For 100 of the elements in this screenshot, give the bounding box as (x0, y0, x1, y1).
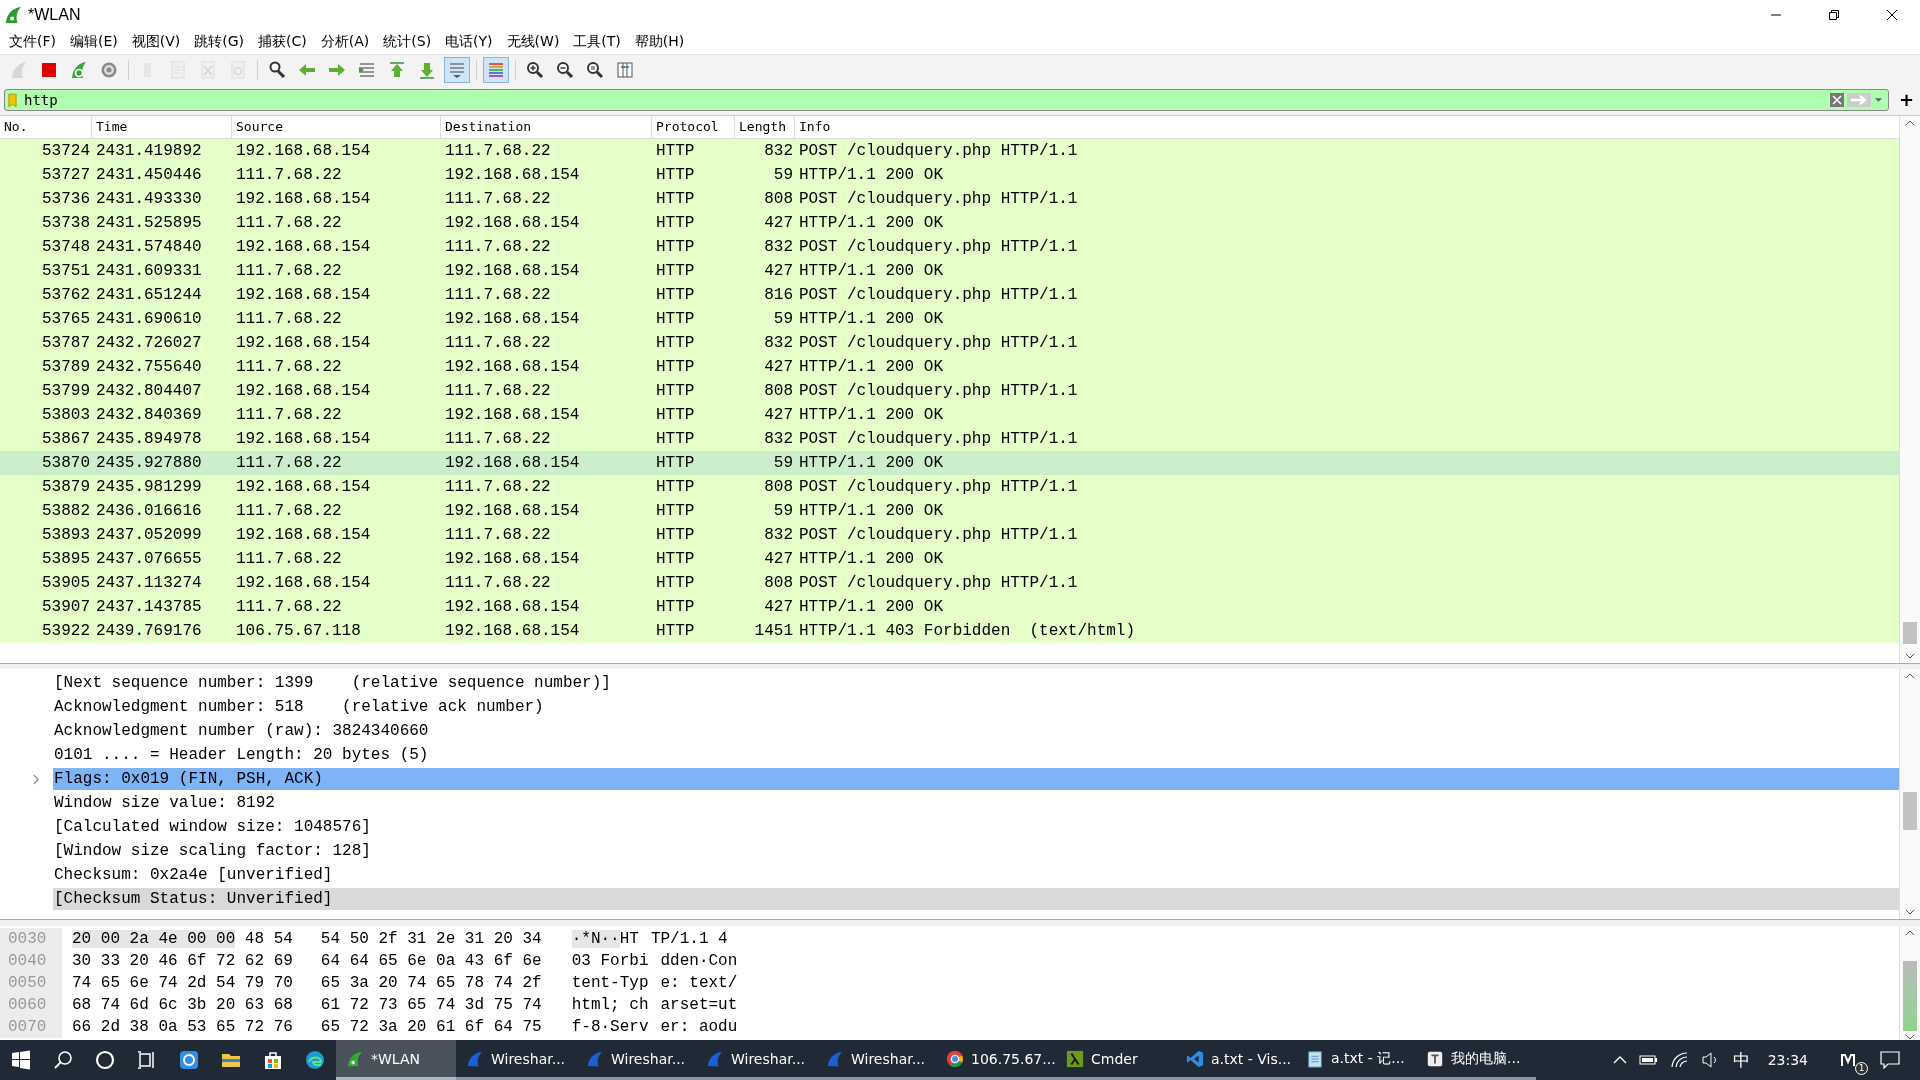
detail-line[interactable]: [Calculated window size: 1048576] (53, 816, 1899, 838)
ascii-text[interactable]: e: text/ (660, 974, 738, 992)
packet-row[interactable]: 53799 2432.804407 192.168.68.154 111.7.68.22 HTTP 808 POST /cloudquery.php HTTP/1.1 (0, 379, 1899, 403)
packet-row[interactable]: 53905 2437.113274 192.168.68.154 111.7.68.22 HTTP 808 POST /cloudquery.php HTTP/1.1 (0, 571, 1899, 595)
taskbar-window-button[interactable]: 我的电脑... (1416, 1040, 1536, 1080)
clock[interactable]: 23:34 (1767, 1052, 1808, 1068)
ascii-text[interactable]: 03 Forbi (571, 952, 649, 970)
taskbar-window-button[interactable]: Wireshar... (696, 1040, 816, 1080)
taskbar-window-button[interactable]: Cmder (1056, 1040, 1176, 1080)
hex-bytes[interactable]: 65 72 3a 20 61 6f 64 75 (320, 1018, 542, 1036)
notification-icon[interactable] (1880, 1051, 1900, 1069)
hex-bytes[interactable]: 30 33 20 46 6f 72 62 69 (72, 952, 293, 970)
scroll-down-icon[interactable] (1905, 1034, 1915, 1040)
packet-row[interactable]: 53738 2431.525895 111.7.68.22 192.168.68.154 HTTP 427 HTTP/1.1 200 OK (0, 211, 1899, 235)
packet-row[interactable]: 53748 2431.574840 192.168.68.154 111.7.68.22 HTTP 832 POST /cloudquery.php HTTP/1.1 (0, 235, 1899, 259)
detail-line[interactable]: [Window size scaling factor: 128] (53, 840, 1899, 862)
hex-bytes[interactable]: 64 64 65 6e 0a 43 6f 6e (320, 952, 542, 970)
menu-item[interactable]: 跳转(G) (187, 33, 252, 51)
packet-row[interactable]: 53727 2431.450446 111.7.68.22 192.168.68.154 HTTP 59 HTTP/1.1 200 OK (0, 163, 1899, 187)
scroll-down-icon[interactable] (1905, 653, 1915, 659)
packet-row[interactable]: 53724 2431.419892 192.168.68.154 111.7.68.22 HTTP 832 POST /cloudquery.php HTTP/1.1 (0, 139, 1899, 163)
restore-icon[interactable] (1828, 9, 1840, 21)
scroll-down-icon[interactable] (1905, 909, 1915, 915)
scrollbar[interactable] (1899, 116, 1920, 663)
detail-line[interactable]: Acknowledgment number: 518 (relative ack number) (53, 696, 1899, 718)
input-method-indicator[interactable]: 中 (1732, 1048, 1750, 1072)
close-icon[interactable] (1886, 9, 1898, 21)
scrollbar-thumb[interactable] (1903, 961, 1917, 1031)
add-filter-button[interactable]: + (1896, 91, 1916, 109)
packet-row[interactable]: 53736 2431.493330 192.168.68.154 111.7.68.22 HTTP 808 POST /cloudquery.php HTTP/1.1 (0, 187, 1899, 211)
packet-row[interactable]: 53803 2432.840369 111.7.68.22 192.168.68.154 HTTP 427 HTTP/1.1 200 OK (0, 403, 1899, 427)
scrollbar[interactable] (1899, 926, 1920, 1040)
taskbar-window-button[interactable]: *WLAN (336, 1040, 456, 1080)
menu-item[interactable]: 帮助(H) (627, 33, 692, 51)
column-header[interactable]: Destination (441, 116, 652, 138)
column-header[interactable]: Time (92, 116, 232, 138)
taskbar-window-button[interactable]: a.txt - Vis... (1176, 1040, 1296, 1080)
menu-item[interactable]: 电话(Y) (438, 33, 500, 51)
scrollbar-thumb[interactable] (1903, 622, 1917, 644)
scrollbar-thumb[interactable] (1903, 792, 1917, 830)
dropdown-caret-icon[interactable] (1873, 97, 1883, 103)
column-header[interactable]: Source (232, 116, 441, 138)
column-header[interactable]: Info (795, 116, 1899, 138)
hex-bytes[interactable]: 65 3a 20 74 65 78 74 2f (320, 974, 542, 992)
menu-item[interactable]: 统计(S) (376, 33, 439, 51)
column-header[interactable]: No. (0, 116, 92, 138)
packet-row[interactable]: 53893 2437.052099 192.168.68.154 111.7.68.22 HTTP 832 POST /cloudquery.php HTTP/1.1 (0, 523, 1899, 547)
speaker-icon[interactable] (1700, 1052, 1719, 1068)
ascii-text[interactable]: arset=ut (660, 996, 738, 1014)
scroll-up-icon[interactable] (1905, 673, 1915, 679)
packet-row[interactable]: 53867 2435.894978 192.168.68.154 111.7.68.22 HTTP 832 POST /cloudquery.php HTTP/1.1 (0, 427, 1899, 451)
detail-line[interactable]: [Next sequence number: 1399 (relative sequence number)] (53, 672, 1899, 694)
taskbar-window-button[interactable]: 106.75.67... (936, 1040, 1056, 1080)
packet-row[interactable]: 53751 2431.609331 111.7.68.22 192.168.68.154 HTTP 427 HTTP/1.1 200 OK (0, 259, 1899, 283)
packet-row[interactable]: 53765 2431.690610 111.7.68.22 192.168.68.154 HTTP 59 HTTP/1.1 200 OK (0, 307, 1899, 331)
column-header[interactable]: Length (735, 116, 795, 138)
detail-line[interactable]: Window size value: 8192 (53, 792, 1899, 814)
battery-icon[interactable] (1638, 1054, 1659, 1066)
hex-bytes[interactable]: 54 50 2f 31 2e 31 20 34 (320, 930, 542, 948)
packet-row[interactable]: 53922 2439.769176 106.75.67.118 192.168.68.154 HTTP 1451 HTTP/1.1 403 Forbidden (text/html) (0, 619, 1899, 643)
menu-item[interactable]: 工具(T) (566, 33, 628, 51)
menu-item[interactable]: 捕获(C) (251, 33, 314, 51)
detail-line[interactable]: Acknowledgment number (raw): 3824340660 (53, 720, 1899, 742)
scroll-up-icon[interactable] (1905, 930, 1915, 936)
packet-row[interactable]: 53882 2436.016616 111.7.68.22 192.168.68.154 HTTP 59 HTTP/1.1 200 OK (0, 499, 1899, 523)
scrollbar[interactable] (1899, 669, 1920, 919)
taskbar-window-button[interactable]: a.txt - 记... (1296, 1040, 1416, 1080)
taskbar-window-button[interactable]: Wireshar... (576, 1040, 696, 1080)
menu-item[interactable]: 分析(A) (313, 33, 377, 51)
scroll-up-icon[interactable] (1905, 120, 1915, 126)
ascii-text[interactable]: tent-Typ (571, 974, 649, 992)
ascii-text[interactable]: f-8·Serv (571, 1018, 649, 1036)
taskbar-window-button[interactable]: Wireshar... (816, 1040, 936, 1080)
hex-bytes[interactable]: 68 74 6d 6c 3b 20 63 68 (72, 996, 293, 1014)
hex-bytes[interactable]: 66 2d 38 0a 53 65 72 76 (72, 1018, 293, 1036)
menu-item[interactable]: 无线(W) (499, 33, 567, 51)
ascii-text[interactable]: er: aodu (660, 1018, 738, 1036)
packet-row[interactable]: 53787 2432.726027 192.168.68.154 111.7.68.22 HTTP 832 POST /cloudquery.php HTTP/1.1 (0, 331, 1899, 355)
column-header[interactable]: Protocol (652, 116, 735, 138)
ascii-text[interactable]: html; ch (571, 996, 649, 1014)
chevron-up-icon[interactable] (1612, 1056, 1627, 1064)
hex-bytes[interactable]: 61 72 73 65 74 3d 75 74 (320, 996, 542, 1014)
menu-item[interactable]: 视图(V) (124, 33, 188, 51)
clear-filter-icon[interactable] (1829, 93, 1844, 107)
menu-item[interactable]: 文件(F) (2, 33, 63, 51)
taskbar-window-button[interactable]: Wireshar... (456, 1040, 576, 1080)
packet-row[interactable]: 53907 2437.143785 111.7.68.22 192.168.68.154 HTTP 427 HTTP/1.1 200 OK (0, 595, 1899, 619)
packet-row[interactable]: 53879 2435.981299 192.168.68.154 111.7.68.22 HTTP 808 POST /cloudquery.php HTTP/1.1 (0, 475, 1899, 499)
display-filter-field[interactable]: http (4, 89, 1889, 111)
ascii-text[interactable]: dden·Con (660, 952, 738, 970)
menu-item[interactable]: 编辑(E) (63, 33, 125, 51)
detail-line[interactable]: Checksum: 0x2a4e [unverified] (53, 864, 1899, 886)
packet-row[interactable]: 53762 2431.651244 192.168.68.154 111.7.68.22 HTTP 816 POST /cloudquery.php HTTP/1.1 (0, 283, 1899, 307)
hex-bytes[interactable]: 74 65 6e 74 2d 54 79 70 (72, 974, 293, 992)
packet-row[interactable]: 53895 2437.076655 111.7.68.22 192.168.68.154 HTTP 427 HTTP/1.1 200 OK (0, 547, 1899, 571)
wifi-icon[interactable] (1670, 1052, 1689, 1068)
detail-line[interactable]: 0101 .... = Header Length: 20 bytes (5) (53, 744, 1899, 766)
packet-row[interactable]: 53870 2435.927880 111.7.68.22 192.168.68.154 HTTP 59 HTTP/1.1 200 OK (0, 451, 1899, 475)
packet-row[interactable]: 53789 2432.755640 111.7.68.22 192.168.68.154 HTTP 427 HTTP/1.1 200 OK (0, 355, 1899, 379)
ascii-text[interactable]: TP/1.1 4 (650, 930, 728, 948)
